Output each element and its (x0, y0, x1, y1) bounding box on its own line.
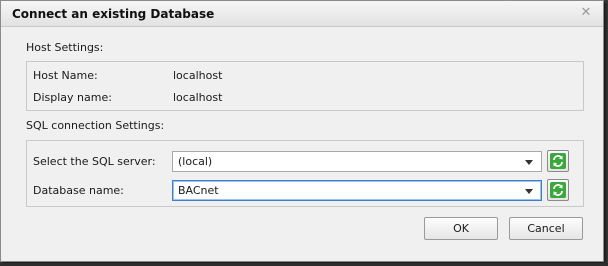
display-name-value: localhost (173, 91, 223, 104)
database-name-value: BACnet (178, 184, 219, 197)
dialog-titlebar[interactable]: Connect an existing Database ✕ (1, 1, 603, 27)
ok-button[interactable]: OK (424, 217, 498, 240)
refresh-servers-button[interactable] (547, 150, 569, 172)
chevron-down-icon[interactable] (525, 160, 533, 165)
refresh-icon (550, 182, 566, 198)
sql-server-value: (local) (178, 155, 213, 168)
refresh-databases-button[interactable] (547, 179, 569, 201)
host-name-value: localhost (173, 69, 223, 82)
sql-settings-group: Select the SQL server: (local) Database … (26, 140, 584, 207)
database-name-label: Database name: (33, 184, 124, 197)
display-name-label: Display name: (33, 91, 112, 104)
database-name-select[interactable]: BACnet (172, 180, 542, 201)
chevron-down-icon[interactable] (525, 189, 533, 194)
sql-server-label: Select the SQL server: (33, 155, 156, 168)
sql-settings-heading: SQL connection Settings: (26, 119, 165, 132)
refresh-icon (550, 153, 566, 169)
host-settings-group: Host Name: localhost Display name: local… (26, 61, 584, 111)
host-settings-heading: Host Settings: (26, 41, 104, 54)
connect-database-dialog: Connect an existing Database ✕ Host Sett… (0, 0, 604, 262)
host-name-label: Host Name: (33, 69, 98, 82)
sql-server-select[interactable]: (local) (172, 151, 542, 172)
close-icon[interactable]: ✕ (579, 6, 593, 20)
cancel-button[interactable]: Cancel (509, 217, 583, 240)
dialog-title: Connect an existing Database (12, 7, 215, 21)
